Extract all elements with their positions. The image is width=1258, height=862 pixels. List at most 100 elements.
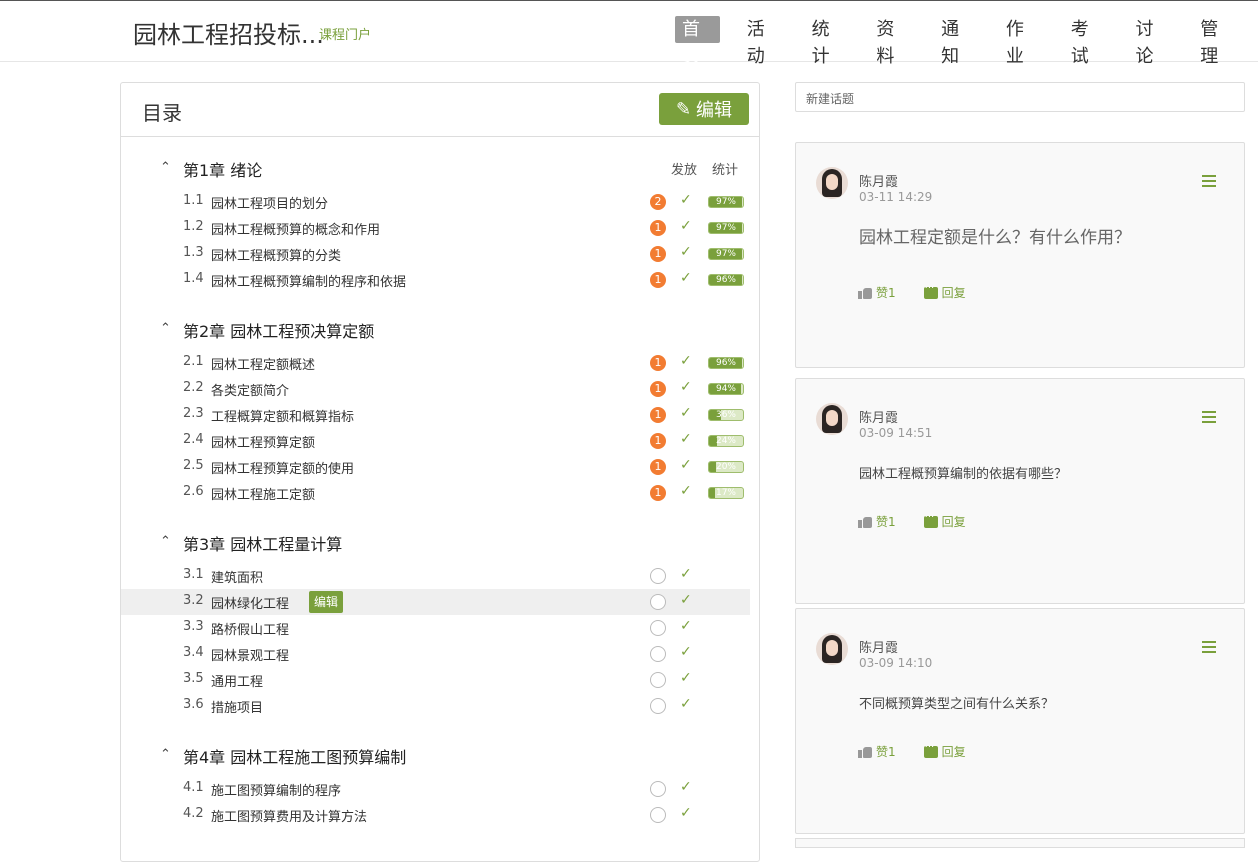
task-count-badge[interactable]: 1 <box>650 485 666 501</box>
check-icon[interactable]: ✓ <box>680 270 692 286</box>
section-row[interactable]: 1.2 园林工程概预算的概念和作用 1 ✓ 97% <box>121 215 761 241</box>
task-count-badge[interactable]: 1 <box>650 407 666 423</box>
task-count-badge[interactable]: 1 <box>650 246 666 262</box>
section-row[interactable]: 2.3 工程概算定额和概算指标 1 ✓ 36% <box>121 402 761 428</box>
menu-icon[interactable] <box>1202 641 1216 653</box>
post-author[interactable]: 陈月霞 <box>859 171 898 190</box>
section-title[interactable]: 园林工程预算定额 <box>211 432 315 451</box>
reply-button[interactable]: 回复 <box>923 742 966 760</box>
section-edit-button[interactable]: 编辑 <box>309 591 344 613</box>
nav-stats[interactable]: 统计 <box>805 16 850 67</box>
section-title[interactable]: 措施项目 <box>211 697 263 716</box>
section-title[interactable]: 园林工程概预算编制的程序和依据 <box>211 271 406 290</box>
chevron-up-icon[interactable]: ⌃ <box>160 534 171 549</box>
nav-resources[interactable]: 资料 <box>869 16 914 67</box>
section-title[interactable]: 施工图预算费用及计算方法 <box>211 806 367 825</box>
check-icon[interactable]: ✓ <box>680 696 692 712</box>
task-count-badge[interactable]: 1 <box>650 220 666 236</box>
section-title[interactable]: 路桥假山工程 <box>211 619 289 638</box>
avatar[interactable] <box>816 633 848 665</box>
chevron-up-icon[interactable]: ⌃ <box>160 321 171 336</box>
section-title[interactable]: 建筑面积 <box>211 567 263 586</box>
check-icon[interactable]: ✓ <box>680 379 692 395</box>
task-count-badge[interactable]: 1 <box>650 459 666 475</box>
section-row[interactable]: 3.1 建筑面积 ✓ <box>121 563 761 589</box>
section-row[interactable]: 1.1 园林工程项目的划分 2 ✓ 97% <box>121 189 761 215</box>
section-row[interactable]: 3.4 园林景观工程 ✓ <box>121 641 761 667</box>
section-title[interactable]: 各类定额简介 <box>211 380 289 399</box>
chapter-header[interactable]: ⌃ 第2章 园林工程预决算定额 <box>121 318 761 342</box>
section-row[interactable]: 2.5 园林工程预算定额的使用 1 ✓ 20% <box>121 454 761 480</box>
section-row[interactable]: 2.4 园林工程预算定额 1 ✓ 24% <box>121 428 761 454</box>
chevron-up-icon[interactable]: ⌃ <box>160 160 171 175</box>
task-count-badge[interactable]: 2 <box>650 194 666 210</box>
section-row[interactable]: 2.1 园林工程定额概述 1 ✓ 96% <box>121 350 761 376</box>
section-title[interactable]: 园林工程定额概述 <box>211 354 315 373</box>
post-content[interactable]: 园林工程定额是什么？有什么作用？ <box>859 223 1131 248</box>
chapter-header[interactable]: ⌃ 第1章 绪论 发放 统计 <box>121 157 761 181</box>
check-icon[interactable]: ✓ <box>680 670 692 686</box>
post-author[interactable]: 陈月霞 <box>859 407 898 426</box>
check-icon[interactable]: ✓ <box>680 592 692 608</box>
chapter-header[interactable]: ⌃ 第3章 园林工程量计算 <box>121 531 761 555</box>
section-row[interactable]: 3.2 园林绿化工程 编辑 ✓ <box>121 589 750 615</box>
like-button[interactable]: 赞1 <box>858 513 896 530</box>
section-row[interactable]: 3.6 措施项目 ✓ <box>121 693 761 719</box>
section-title[interactable]: 工程概算定额和概算指标 <box>211 406 354 425</box>
toc-edit-button[interactable]: ✎ 编辑 <box>659 93 749 125</box>
section-title[interactable]: 园林工程施工定额 <box>211 484 315 503</box>
task-count-badge[interactable]: 1 <box>650 272 666 288</box>
section-row[interactable]: 3.5 通用工程 ✓ <box>121 667 761 693</box>
check-icon[interactable]: ✓ <box>680 805 692 821</box>
task-count-badge[interactable]: 1 <box>650 381 666 397</box>
task-count-badge[interactable]: 1 <box>650 355 666 371</box>
post-content[interactable]: 园林工程概预算编制的依据有哪些？ <box>859 463 1067 482</box>
like-button[interactable]: 赞1 <box>858 284 896 301</box>
chevron-up-icon[interactable]: ⌃ <box>160 747 171 762</box>
reply-button[interactable]: 回复 <box>923 283 966 301</box>
check-icon[interactable]: ✓ <box>680 192 692 208</box>
check-icon[interactable]: ✓ <box>680 405 692 421</box>
nav-activity[interactable]: 活动 <box>740 16 785 67</box>
check-icon[interactable]: ✓ <box>680 218 692 234</box>
section-title[interactable]: 园林工程预算定额的使用 <box>211 458 354 477</box>
reply-button[interactable]: 回复 <box>923 512 966 530</box>
task-count-badge[interactable]: 1 <box>650 433 666 449</box>
avatar[interactable] <box>816 167 848 199</box>
section-row[interactable]: 4.2 施工图预算费用及计算方法 ✓ <box>121 802 761 828</box>
course-portal-link[interactable]: 课程门户 <box>319 24 371 43</box>
section-row[interactable]: 1.4 园林工程概预算编制的程序和依据 1 ✓ 96% <box>121 267 761 293</box>
menu-icon[interactable] <box>1202 175 1216 187</box>
post-content[interactable]: 不同概预算类型之间有什么关系？ <box>859 693 1054 712</box>
check-icon[interactable]: ✓ <box>680 779 692 795</box>
section-row[interactable]: 1.3 园林工程概预算的分类 1 ✓ 97% <box>121 241 761 267</box>
section-row[interactable]: 2.2 各类定额简介 1 ✓ 94% <box>121 376 761 402</box>
check-icon[interactable]: ✓ <box>680 431 692 447</box>
nav-discussion[interactable]: 讨论 <box>1128 16 1173 67</box>
check-icon[interactable]: ✓ <box>680 483 692 499</box>
new-topic-input[interactable]: 新建话题 <box>795 82 1245 112</box>
nav-exam[interactable]: 考试 <box>1064 16 1109 67</box>
check-icon[interactable]: ✓ <box>680 244 692 260</box>
nav-home[interactable]: 首页 <box>675 16 720 67</box>
section-title[interactable]: 通用工程 <box>211 671 263 690</box>
section-row[interactable]: 4.1 施工图预算编制的程序 ✓ <box>121 776 761 802</box>
section-title[interactable]: 园林工程概预算的概念和作用 <box>211 219 380 238</box>
post-author[interactable]: 陈月霞 <box>859 637 898 656</box>
section-title[interactable]: 园林景观工程 <box>211 645 289 664</box>
check-icon[interactable]: ✓ <box>680 618 692 634</box>
check-icon[interactable]: ✓ <box>680 457 692 473</box>
check-icon[interactable]: ✓ <box>680 353 692 369</box>
section-title[interactable]: 园林工程概预算的分类 <box>211 245 341 264</box>
nav-manage[interactable]: 管理 <box>1193 16 1238 67</box>
check-icon[interactable]: ✓ <box>680 644 692 660</box>
chapter-header[interactable]: ⌃ 第4章 园林工程施工图预算编制 <box>121 744 761 768</box>
like-button[interactable]: 赞1 <box>858 743 896 760</box>
avatar[interactable] <box>816 403 848 435</box>
section-row[interactable]: 3.3 路桥假山工程 ✓ <box>121 615 761 641</box>
section-title[interactable]: 园林绿化工程 <box>211 593 289 612</box>
section-row[interactable]: 2.6 园林工程施工定额 1 ✓ 17% <box>121 480 761 506</box>
section-title[interactable]: 施工图预算编制的程序 <box>211 780 341 799</box>
nav-homework[interactable]: 作业 <box>999 16 1044 67</box>
section-title[interactable]: 园林工程项目的划分 <box>211 193 328 212</box>
